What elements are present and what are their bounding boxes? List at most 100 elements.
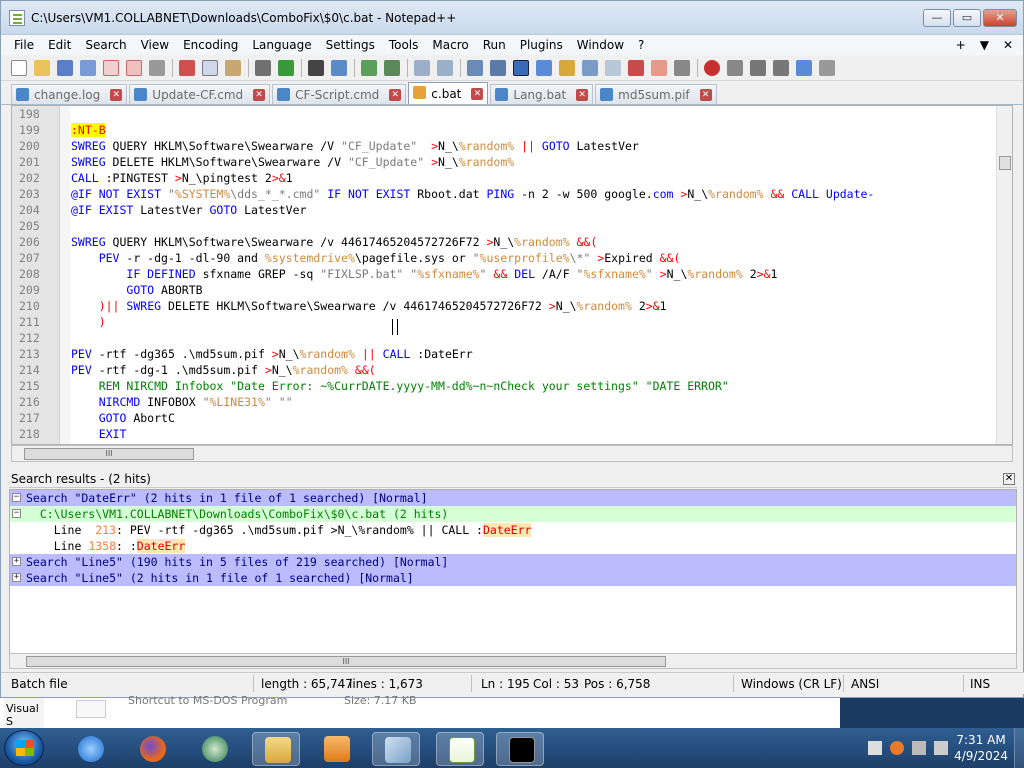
redo-icon[interactable] xyxy=(278,59,294,76)
menu-file[interactable]: File xyxy=(7,35,41,55)
extra-tool-icon[interactable] xyxy=(819,59,835,76)
tab-update-cf-cmd[interactable]: Update-CF.cmd ✕ xyxy=(129,84,271,104)
code-line[interactable]: 216 NIRCMD INFOBOX "%LINE31%" "" xyxy=(12,394,998,410)
code-line[interactable]: 209 GOTO ABORTB xyxy=(12,282,998,298)
code-editor[interactable]: 198 199:NT-B 200 SWREG QUERY HKLM\Software\… xyxy=(11,105,1013,445)
results-horizontal-scrollbar[interactable]: III xyxy=(9,653,1017,669)
tab-c-bat[interactable]: c.bat ✕ xyxy=(408,82,489,104)
run-macro-multiple-icon[interactable] xyxy=(773,59,789,76)
menu-search[interactable]: Search xyxy=(78,35,133,55)
start-button[interactable] xyxy=(4,730,44,766)
code-line[interactable]: 211 ) xyxy=(12,314,998,330)
code-line[interactable]: 201 SWREG DELETE HKLM\Software\Swearware … xyxy=(12,154,998,170)
tab-md5sum-pif[interactable]: md5sum.pif ✕ xyxy=(595,84,717,104)
code-line[interactable]: 198 xyxy=(12,106,998,122)
code-line[interactable]: 200 SWREG QUERY HKLM\Software\Swearware /… xyxy=(12,138,998,154)
search-result-search[interactable]: − Search "DateErr" (2 hits in 1 file of 1… xyxy=(10,490,1016,506)
minimize-button[interactable]: — xyxy=(923,8,951,27)
menu-edit[interactable]: Edit xyxy=(41,35,78,55)
new-tab-plus-icon[interactable]: + xyxy=(956,38,966,52)
collapse-icon[interactable]: − xyxy=(12,509,21,518)
save-icon[interactable] xyxy=(57,59,73,76)
taskbar-cmd[interactable] xyxy=(496,732,544,766)
close-tab-icon[interactable]: ✕ xyxy=(110,88,123,101)
sync-horizontal-icon[interactable] xyxy=(437,59,453,76)
play-macro-icon[interactable] xyxy=(750,59,766,76)
menu-run[interactable]: Run xyxy=(476,35,513,55)
search-result-search[interactable]: + Search "Line5" (2 hits in 1 file of 1 s… xyxy=(10,570,1016,586)
show-all-chars-icon[interactable] xyxy=(490,59,506,76)
show-desktop-button[interactable] xyxy=(1014,728,1024,768)
code-line[interactable]: 205 xyxy=(12,218,998,234)
close-tab-icon[interactable]: ✕ xyxy=(389,88,402,101)
record-macro-icon[interactable] xyxy=(704,59,720,76)
close-tab-icon[interactable]: ✕ xyxy=(253,88,266,101)
taskbar-ie[interactable] xyxy=(66,732,114,766)
action-center-flag-icon[interactable] xyxy=(868,741,882,755)
indent-guide-icon[interactable] xyxy=(513,59,529,76)
word-wrap-icon[interactable] xyxy=(467,59,483,76)
paste-icon[interactable] xyxy=(225,59,241,76)
monitoring-icon[interactable] xyxy=(628,59,644,76)
code-line[interactable]: 208 IF DEFINED sfxname GREP -sq "FIXLSP.… xyxy=(12,266,998,282)
title-bar[interactable]: C:\Users\VM1.COLLABNET\Downloads\ComboFi… xyxy=(1,1,1023,35)
tab-list-dropdown-icon[interactable]: ▼ xyxy=(980,38,989,52)
zoom-in-icon[interactable] xyxy=(361,59,377,76)
tab-change-log[interactable]: change.log ✕ xyxy=(11,84,128,104)
code-line[interactable]: 210 )|| SWREG DELETE HKLM\Software\Swear… xyxy=(12,298,998,314)
menu-encoding[interactable]: Encoding xyxy=(176,35,245,55)
stop-macro-icon[interactable] xyxy=(727,59,743,76)
expand-icon[interactable]: + xyxy=(12,573,21,582)
code-line[interactable]: 217 GOTO AbortC xyxy=(12,410,998,426)
network-icon[interactable] xyxy=(912,741,926,755)
clock[interactable]: 7:31 AM 4/9/2024 xyxy=(954,732,1008,764)
close-tab-icon[interactable]: ✕ xyxy=(699,88,712,101)
replace-icon[interactable] xyxy=(331,59,347,76)
close-all-icon[interactable] xyxy=(126,59,142,76)
horizontal-scrollbar[interactable]: III xyxy=(11,445,1013,462)
close-document-icon[interactable]: ✕ xyxy=(1003,38,1013,52)
menu-language[interactable]: Language xyxy=(245,35,318,55)
code-line[interactable]: 215 REM NIRCMD Infobox "Date Error: ~%Cu… xyxy=(12,378,998,394)
new-file-icon[interactable] xyxy=(11,59,27,76)
copy-icon[interactable] xyxy=(202,59,218,76)
code-line[interactable]: 207 PEV -r -dg-1 -dl-90 and %systemdrive… xyxy=(12,250,998,266)
collapse-icon[interactable]: − xyxy=(12,493,21,502)
zoom-out-icon[interactable] xyxy=(384,59,400,76)
close-file-icon[interactable] xyxy=(103,59,119,76)
vertical-scroll-thumb[interactable] xyxy=(999,156,1011,170)
horizontal-scroll-thumb[interactable]: III xyxy=(24,448,194,460)
close-search-panel-icon[interactable]: ✕ xyxy=(1003,473,1015,485)
menu-settings[interactable]: Settings xyxy=(319,35,382,55)
search-result-hit[interactable]: Line 213: PEV -rtf -dg365 .\md5sum.pif >… xyxy=(10,522,1016,538)
search-result-search[interactable]: + Search "Line5" (190 hits in 5 files of … xyxy=(10,554,1016,570)
tab-lang-bat[interactable]: Lang.bat ✕ xyxy=(490,84,594,104)
menu-view[interactable]: View xyxy=(134,35,176,55)
clear-icon[interactable] xyxy=(651,59,667,76)
print-icon[interactable] xyxy=(149,59,165,76)
volume-muted-icon[interactable] xyxy=(934,741,948,755)
search-result-hit[interactable]: Line 1358: :DateErr xyxy=(10,538,1016,554)
code-line[interactable]: 214 PEV -rtf -dg-1 .\md5sum.pif >N_\%rand… xyxy=(12,362,998,378)
code-line[interactable]: 203 @IF NOT EXIST "%SYSTEM%\dds_*_*.cmd" … xyxy=(12,186,998,202)
maximize-button[interactable]: ▭ xyxy=(953,8,981,27)
function-list-icon[interactable] xyxy=(559,59,575,76)
tab-cf-script-cmd[interactable]: CF-Script.cmd ✕ xyxy=(272,84,407,104)
taskbar-media-player[interactable] xyxy=(312,732,360,766)
undo-icon[interactable] xyxy=(255,59,271,76)
menu-macro[interactable]: Macro xyxy=(425,35,475,55)
taskbar-media-center[interactable] xyxy=(190,732,238,766)
vertical-scrollbar[interactable] xyxy=(996,106,1012,444)
taskbar-notepadpp[interactable] xyxy=(436,732,484,766)
close-button[interactable]: ✕ xyxy=(983,8,1017,27)
code-line[interactable]: 206 SWREG QUERY HKLM\Software\Swearware /… xyxy=(12,234,998,250)
open-file-icon[interactable] xyxy=(34,59,50,76)
close-tab-icon[interactable]: ✕ xyxy=(471,87,484,100)
expand-icon[interactable]: + xyxy=(12,557,21,566)
close-tab-icon[interactable]: ✕ xyxy=(576,88,589,101)
eye-icon[interactable] xyxy=(674,59,690,76)
save-all-icon[interactable] xyxy=(80,59,96,76)
panel-icon[interactable] xyxy=(605,59,621,76)
menu-plugins[interactable]: Plugins xyxy=(513,35,570,55)
search-results-panel[interactable]: − Search "DateErr" (2 hits in 1 file of 1… xyxy=(9,489,1017,655)
